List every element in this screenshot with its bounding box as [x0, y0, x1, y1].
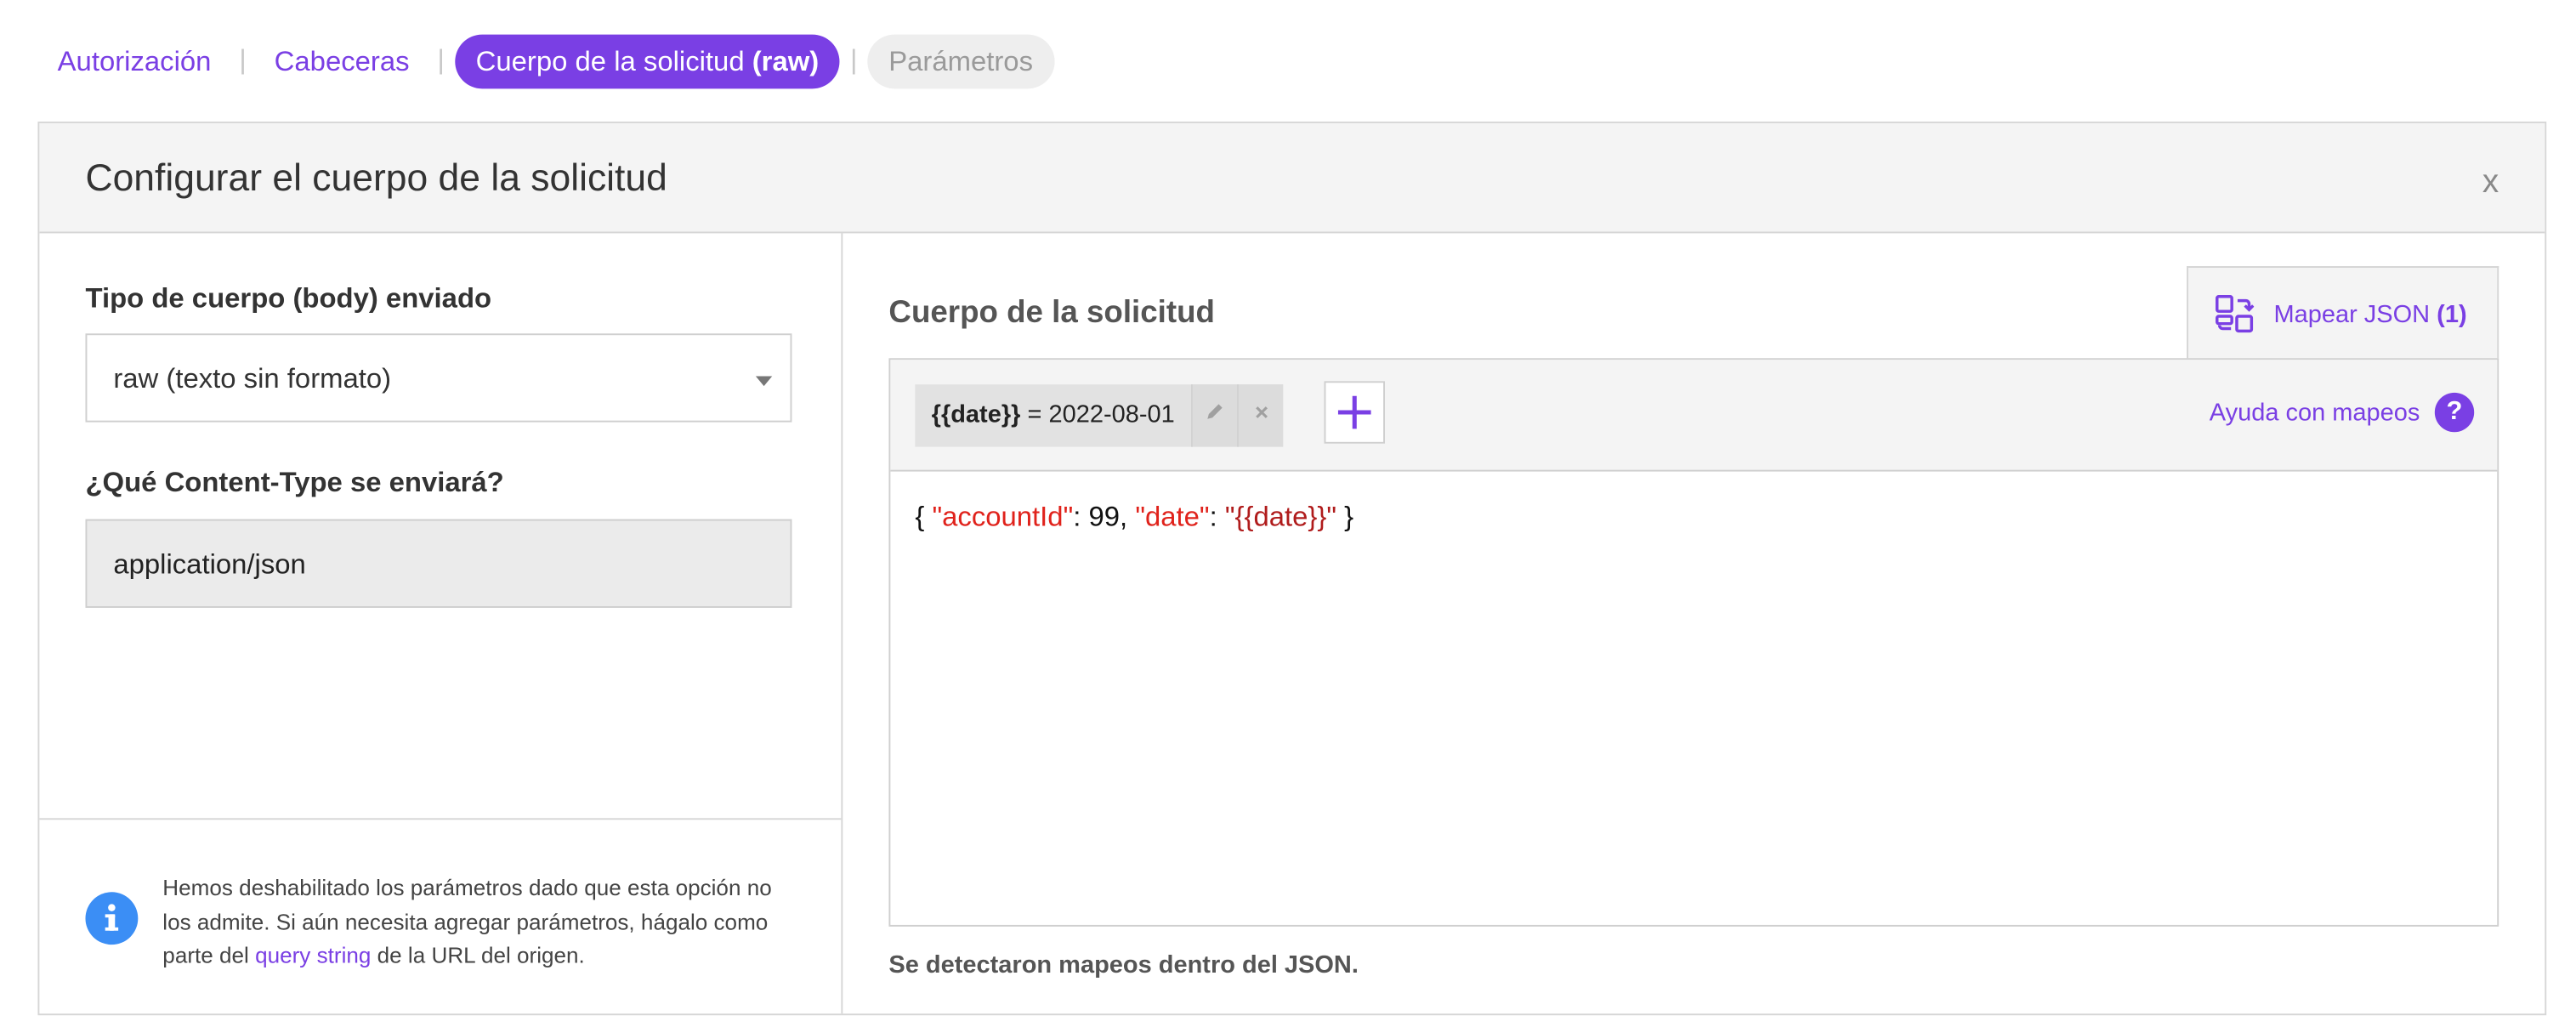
panel-title: Configurar el cuerpo de la solicitud: [85, 156, 667, 199]
body-type-select[interactable]: raw (texto sin formato): [85, 333, 792, 423]
info-text-after: de la URL del origen.: [371, 943, 585, 968]
map-json-label: Mapear JSON (1): [2273, 301, 2466, 329]
tab-separator: |: [849, 44, 858, 76]
question-icon: ?: [2434, 392, 2475, 433]
mapping-chip-text: {{date}} = 2022-08-01: [915, 384, 1191, 446]
close-button[interactable]: x: [2482, 164, 2499, 201]
json-code: { "accountId": 99, "date": "{{date}}" }: [915, 501, 1353, 534]
mapping-chip: {{date}} = 2022-08-01: [915, 384, 1284, 447]
json-key: "accountId": [932, 501, 1074, 533]
content-type-label: ¿Qué Content-Type se enviará?: [85, 466, 504, 498]
json-brace-open: {: [915, 501, 933, 533]
tab-separator: |: [239, 44, 247, 76]
help-label: Ayuda con mapeos: [2209, 398, 2420, 427]
tab-label: Cuerpo de la solicitud: [475, 45, 745, 77]
add-mapping-button[interactable]: [1324, 381, 1386, 444]
info-footer: Hemos deshabilitado los parámetros dado …: [39, 818, 842, 1013]
mappings-detected-note: Se detectaron mapeos dentro del JSON.: [888, 950, 1359, 979]
tab-cabeceras[interactable]: Cabeceras: [256, 34, 427, 88]
json-key: "date": [1135, 501, 1210, 533]
content-type-field: application/json: [85, 519, 792, 608]
plus-icon: [1325, 395, 1383, 449]
request-body-config: Autorización | Cabeceras | Cuerpo de la …: [0, 0, 2576, 1027]
map-json-text: Mapear JSON: [2273, 300, 2431, 329]
content-type-value: application/json: [113, 548, 306, 581]
panel-header: Configurar el cuerpo de la solicitud x: [39, 122, 2545, 234]
tab-label-suffix: (raw): [752, 45, 820, 77]
close-icon: [1239, 401, 1283, 426]
tab-autorizacion[interactable]: Autorización: [39, 34, 229, 88]
tab-parametros: Parámetros: [867, 33, 1055, 88]
tab-bar: Autorización | Cabeceras | Cuerpo de la …: [39, 33, 1055, 89]
tab-separator: |: [437, 44, 445, 76]
json-string-value: "{{date}}": [1224, 501, 1337, 533]
pencil-icon: [1193, 401, 1237, 426]
section-title: Cuerpo de la solicitud: [888, 295, 1215, 331]
info-message: Hemos deshabilitado los parámetros dado …: [162, 872, 803, 973]
mapping-help-link[interactable]: Ayuda con mapeos ?: [2209, 392, 2475, 433]
map-json-button[interactable]: Mapear JSON (1): [2187, 266, 2499, 360]
config-panel: Configurar el cuerpo de la solicitud x T…: [37, 121, 2547, 1016]
body-type-value: raw (texto sin formato): [113, 363, 392, 394]
tab-cuerpo-solicitud[interactable]: Cuerpo de la solicitud (raw): [454, 33, 841, 88]
json-brace-close: }: [1336, 501, 1354, 533]
remove-mapping-button[interactable]: [1237, 384, 1284, 447]
mapping-variable: {{date}}: [931, 400, 1021, 429]
map-swap-icon: [2215, 294, 2255, 342]
mapping-assignment: = 2022-08-01: [1027, 400, 1175, 429]
body-type-label: Tipo de cuerpo (body) enviado: [85, 282, 492, 315]
json-sep: : 99,: [1073, 501, 1136, 533]
right-column: Cuerpo de la solicitud Mapear JSON (1) {…: [843, 233, 2545, 1013]
dropdown-arrow-icon: [755, 376, 773, 387]
request-body-editor[interactable]: {{date}} = 2022-08-01 Ayuda con mapeos ?…: [888, 358, 2499, 927]
query-string-link[interactable]: query string: [255, 943, 371, 967]
mapping-toolbar: {{date}} = 2022-08-01 Ayuda con mapeos ?: [890, 360, 2498, 472]
info-icon: [85, 892, 139, 945]
json-sep: :: [1209, 501, 1225, 533]
left-column: Tipo de cuerpo (body) enviado raw (texto…: [39, 233, 843, 1014]
edit-mapping-button[interactable]: [1191, 384, 1238, 447]
map-json-count: (1): [2437, 300, 2467, 329]
